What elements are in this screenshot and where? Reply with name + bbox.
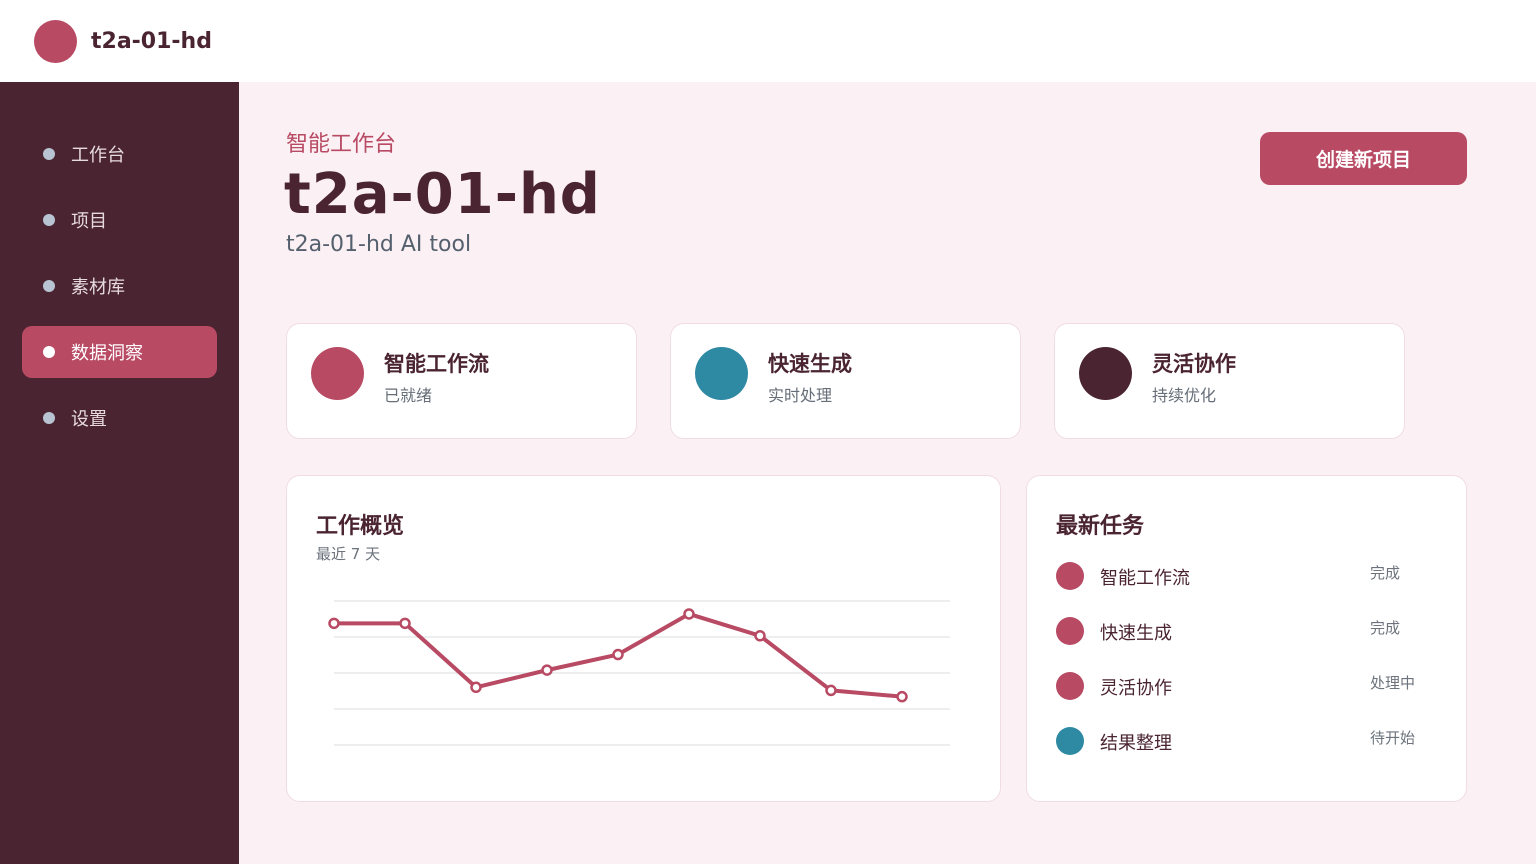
chart-point: [328, 617, 340, 630]
app-title: t2a-01-hd: [91, 28, 212, 54]
task-row[interactable]: 智能工作流 完成: [1056, 561, 1436, 591]
task-name: 快速生成: [1100, 623, 1172, 644]
task-status-dot: [1056, 727, 1084, 755]
task-status: 待开始: [1370, 729, 1416, 747]
sidebar-item-label: 工作台: [71, 145, 125, 166]
task-status: 完成: [1370, 619, 1401, 637]
task-row[interactable]: 快速生成 完成: [1056, 616, 1436, 646]
feature-status: 实时处理: [768, 386, 833, 405]
feature-title: 快速生成: [768, 352, 852, 376]
sidebar-item-label: 数据洞察: [71, 343, 143, 364]
main-content: 智能工作台 t2a-01-hd t2a-01-hd AI tool 创建新项目 …: [239, 82, 1536, 864]
feature-status: 已就绪: [384, 386, 433, 405]
tasks-panel: 最新任务 智能工作流 完成 快速生成 完成 灵活协作 处理中 结果整理 待开始: [1026, 475, 1467, 802]
workflow-icon: [311, 347, 364, 400]
top-bar: t2a-01-hd: [0, 0, 1536, 82]
feature-card-collab[interactable]: 灵活协作 持续优化: [1054, 323, 1405, 439]
chart-point: [470, 681, 482, 694]
line-chart: [328, 600, 950, 746]
task-status-dot: [1056, 562, 1084, 590]
chart-point: [399, 617, 411, 630]
task-status-dot: [1056, 672, 1084, 700]
feature-card-workflow[interactable]: 智能工作流 已就绪: [286, 323, 637, 439]
bullet-icon: [43, 148, 55, 160]
page-title: t2a-01-hd: [284, 162, 601, 227]
sidebar-item-label: 素材库: [71, 277, 125, 298]
chart-point: [754, 630, 766, 642]
feature-title: 灵活协作: [1152, 352, 1236, 376]
task-row[interactable]: 结果整理 待开始: [1056, 726, 1436, 756]
sidebar-item-insights[interactable]: 数据洞察: [22, 326, 217, 378]
sidebar-item-projects[interactable]: 项目: [22, 194, 217, 246]
task-name: 结果整理: [1100, 733, 1172, 754]
feature-status: 持续优化: [1152, 386, 1217, 405]
chart-point: [825, 684, 837, 697]
task-status: 处理中: [1370, 674, 1416, 692]
sidebar-item-label: 设置: [71, 409, 107, 430]
bullet-icon: [43, 280, 55, 292]
create-project-button[interactable]: 创建新项目: [1260, 132, 1467, 185]
sidebar-item-settings[interactable]: 设置: [22, 392, 217, 444]
feature-title: 智能工作流: [384, 352, 489, 376]
chart-point: [896, 690, 908, 703]
chart-point: [612, 648, 624, 661]
sidebar-item-label: 项目: [71, 211, 107, 232]
generate-icon: [695, 347, 748, 400]
bullet-icon: [43, 412, 55, 424]
chart-point: [541, 664, 553, 676]
feature-card-generate[interactable]: 快速生成 实时处理: [670, 323, 1021, 439]
task-row[interactable]: 灵活协作 处理中: [1056, 671, 1436, 701]
page-eyebrow: 智能工作台: [286, 132, 397, 157]
chart-point: [683, 608, 695, 620]
logo-icon: [34, 19, 77, 63]
sidebar-item-assets[interactable]: 素材库: [22, 260, 217, 312]
task-status: 完成: [1370, 564, 1401, 582]
bullet-icon: [43, 346, 55, 358]
tasks-title: 最新任务: [1056, 514, 1145, 539]
task-name: 智能工作流: [1100, 568, 1190, 589]
collab-icon: [1079, 347, 1132, 400]
sidebar-item-workbench[interactable]: 工作台: [22, 128, 217, 180]
task-status-dot: [1056, 617, 1084, 645]
sidebar: 工作台 项目 素材库 数据洞察 设置: [0, 82, 239, 864]
page-subtitle: t2a-01-hd AI tool: [286, 232, 472, 257]
bullet-icon: [43, 214, 55, 226]
overview-panel: 工作概览 最近 7 天: [286, 475, 1001, 802]
task-name: 灵活协作: [1100, 678, 1172, 699]
